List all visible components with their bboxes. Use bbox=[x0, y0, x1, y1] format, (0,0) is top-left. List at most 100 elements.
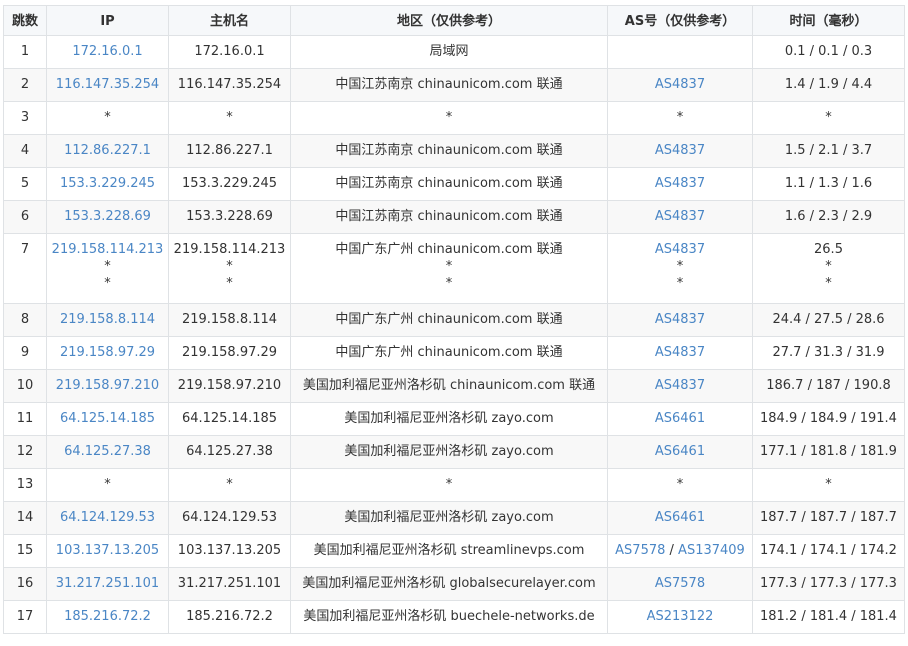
as-line: AS7578 / AS137409 bbox=[609, 542, 752, 559]
hop-cell: 6 bbox=[3, 200, 47, 234]
hop-cell: 14 bbox=[3, 501, 47, 535]
hostname-text: 153.3.228.69 bbox=[186, 209, 273, 224]
as-link[interactable]: AS7578 bbox=[615, 543, 665, 558]
hop-cell: 2 bbox=[3, 68, 47, 102]
table-row: 10 219.158.97.210 219.158.97.210 美国加利福尼亚州洛杉… bbox=[3, 369, 905, 403]
as-line: AS4837 bbox=[609, 241, 752, 258]
as-cell bbox=[607, 35, 753, 69]
as-link[interactable]: AS213122 bbox=[647, 609, 714, 624]
ip-text: * bbox=[104, 276, 111, 291]
ip-link[interactable]: 112.86.227.1 bbox=[48, 142, 168, 159]
column-header-hostname: 主机名 bbox=[168, 5, 291, 36]
ip-link[interactable]: 64.125.14.185 bbox=[48, 410, 168, 427]
time-cell: 1.5 / 2.1 / 3.7 bbox=[752, 134, 905, 168]
ip-cell: 172.16.0.1 bbox=[46, 35, 169, 69]
column-header-time: 时间（毫秒） bbox=[752, 5, 905, 36]
as-link[interactable]: AS4837 bbox=[655, 77, 705, 92]
time-cell: 24.4 / 27.5 / 28.6 bbox=[752, 303, 905, 337]
ip-cell: 153.3.228.69 bbox=[46, 200, 169, 234]
column-header-as: AS号（仅供参考） bbox=[607, 5, 753, 36]
ip-cell: 219.158.97.210 bbox=[46, 369, 169, 403]
ip-link[interactable]: 219.158.97.29 bbox=[48, 344, 168, 361]
as-link[interactable]: AS4837 bbox=[655, 378, 705, 393]
time-cell: 181.2 / 181.4 / 181.4 bbox=[752, 600, 905, 634]
table-row: 11 64.125.14.185 64.125.14.185 美国加利福尼亚州洛杉矶 … bbox=[3, 402, 905, 436]
as-cell: AS4837 bbox=[607, 200, 753, 234]
time-text: 24.4 / 27.5 / 28.6 bbox=[772, 312, 885, 327]
as-link[interactable]: AS6461 bbox=[655, 411, 705, 426]
region-cell: 美国加利福尼亚州洛杉矶 chinaunicom.com 联通 bbox=[290, 369, 608, 403]
ip-text: * bbox=[104, 259, 111, 274]
time-text: 1.1 / 1.3 / 1.6 bbox=[784, 176, 873, 191]
ip-cell: 64.125.27.38 bbox=[46, 435, 169, 469]
as-link[interactable]: AS4837 bbox=[655, 209, 705, 224]
hostname-text: 64.125.14.185 bbox=[181, 411, 278, 426]
time-text: * bbox=[825, 276, 832, 291]
as-link[interactable]: AS4837 bbox=[655, 312, 705, 327]
region-text: 美国加利福尼亚州洛杉矶 zayo.com bbox=[344, 411, 554, 426]
ip-link[interactable]: 64.124.129.53 bbox=[48, 509, 168, 526]
region-text: 美国加利福尼亚州洛杉矶 zayo.com bbox=[344, 444, 554, 459]
hop-cell: 4 bbox=[3, 134, 47, 168]
region-cell: 中国江苏南京 chinaunicom.com 联通 bbox=[290, 167, 608, 201]
region-text: 中国江苏南京 chinaunicom.com 联通 bbox=[335, 143, 563, 158]
as-link[interactable]: AS4837 bbox=[655, 242, 705, 257]
hostname-cell: 116.147.35.254 bbox=[168, 68, 291, 102]
region-cell: 中国江苏南京 chinaunicom.com 联通 bbox=[290, 134, 608, 168]
column-header-hop: 跳数 bbox=[3, 5, 47, 36]
hostname-cell: 219.158.97.210 bbox=[168, 369, 291, 403]
as-cell: AS4837 bbox=[607, 369, 753, 403]
ip-cell: 185.216.72.2 bbox=[46, 600, 169, 634]
ip-link[interactable]: 219.158.8.114 bbox=[48, 311, 168, 328]
hostname-text: * bbox=[226, 276, 233, 291]
as-link[interactable]: AS4837 bbox=[655, 345, 705, 360]
ip-link[interactable]: 172.16.0.1 bbox=[48, 43, 168, 60]
table-row: 2 116.147.35.254 116.147.35.254 中国江苏南京 chin… bbox=[3, 68, 905, 102]
as-link[interactable]: AS137409 bbox=[678, 543, 745, 558]
table-row: 15 103.137.13.205 103.137.13.205 美国加利福尼亚州洛杉… bbox=[3, 534, 905, 568]
time-cell: 1.6 / 2.3 / 2.9 bbox=[752, 200, 905, 234]
as-link[interactable]: AS7578 bbox=[655, 576, 705, 591]
as-text: * bbox=[676, 477, 684, 492]
ip-link[interactable]: 153.3.229.245 bbox=[48, 175, 168, 192]
region-text: 中国江苏南京 chinaunicom.com 联通 bbox=[335, 209, 563, 224]
ip-link[interactable]: 116.147.35.254 bbox=[48, 76, 168, 93]
time-cell: 0.1 / 0.1 / 0.3 bbox=[752, 35, 905, 69]
region-cell: * bbox=[290, 468, 608, 502]
as-cell: AS6461 bbox=[607, 435, 753, 469]
time-cell: * bbox=[752, 468, 905, 502]
region-cell: 美国加利福尼亚州洛杉矶 zayo.com bbox=[290, 435, 608, 469]
table-row: 12 64.125.27.38 64.125.27.38 美国加利福尼亚州洛杉矶 za… bbox=[3, 435, 905, 469]
ip-cell: 64.124.129.53 bbox=[46, 501, 169, 535]
hostname-text: 219.158.8.114 bbox=[181, 312, 278, 327]
ip-link[interactable]: 219.158.97.210 bbox=[48, 377, 168, 394]
ip-link[interactable]: 219.158.114.213 bbox=[48, 241, 168, 258]
as-cell: AS4837 bbox=[607, 167, 753, 201]
as-line: AS4837 bbox=[609, 142, 752, 159]
hostname-cell: 153.3.228.69 bbox=[168, 200, 291, 234]
hostname-text: 185.216.72.2 bbox=[186, 609, 273, 624]
hop-cell: 16 bbox=[3, 567, 47, 601]
region-text: * bbox=[445, 276, 453, 291]
time-cell: 1.1 / 1.3 / 1.6 bbox=[752, 167, 905, 201]
ip-link[interactable]: 153.3.228.69 bbox=[48, 208, 168, 225]
ip-link[interactable]: 31.217.251.101 bbox=[48, 575, 168, 592]
region-text: 局域网 bbox=[429, 44, 469, 59]
hostname-text: * bbox=[226, 259, 233, 274]
region-text: 美国加利福尼亚州洛杉矶 buechele-networks.de bbox=[303, 609, 595, 624]
region-cell: 美国加利福尼亚州洛杉矶 streamlinevps.com bbox=[290, 534, 608, 568]
hostname-cell: * bbox=[168, 468, 291, 502]
region-cell: * bbox=[290, 101, 608, 135]
as-link[interactable]: AS4837 bbox=[655, 143, 705, 158]
hostname-text: * bbox=[226, 477, 233, 492]
as-link[interactable]: AS6461 bbox=[655, 444, 705, 459]
time-text: 1.6 / 2.3 / 2.9 bbox=[784, 209, 873, 224]
ip-link[interactable]: 103.137.13.205 bbox=[48, 542, 168, 559]
as-link[interactable]: AS6461 bbox=[655, 510, 705, 525]
time-cell: 187.7 / 187.7 / 187.7 bbox=[752, 501, 905, 535]
as-link[interactable]: AS4837 bbox=[655, 176, 705, 191]
ip-link[interactable]: 64.125.27.38 bbox=[48, 443, 168, 460]
table-row: 13 * * * * * bbox=[3, 468, 905, 502]
ip-link[interactable]: 185.216.72.2 bbox=[48, 608, 168, 625]
region-cell: 中国江苏南京 chinaunicom.com 联通 bbox=[290, 68, 608, 102]
